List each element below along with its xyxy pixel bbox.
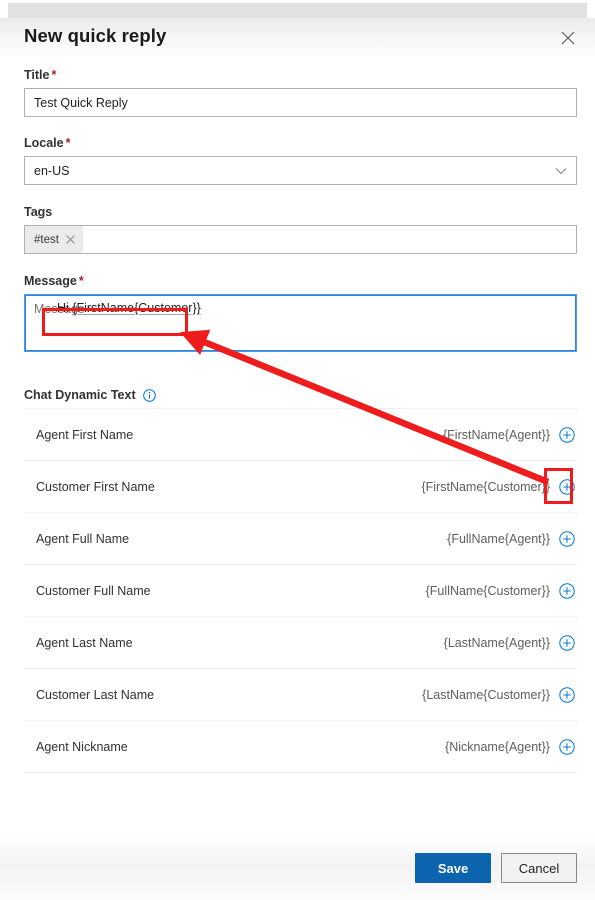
- cancel-button[interactable]: Cancel: [501, 853, 577, 883]
- locale-select[interactable]: [24, 156, 577, 185]
- page-title: New quick reply: [24, 25, 167, 46]
- dialog-footer: Save Cancel: [0, 836, 595, 900]
- dynamic-text-row-right: {FirstName{Agent}}: [442, 426, 575, 443]
- dynamic-text-row-right: {LastName{Customer}}: [422, 686, 575, 703]
- dynamic-text-row-token: {FullName{Customer}}: [425, 583, 550, 598]
- chat-dynamic-text-heading: Chat Dynamic Text: [24, 388, 156, 402]
- dynamic-text-row-token: {FirstName{Customer}}: [421, 479, 550, 494]
- title-required-marker: *: [51, 68, 57, 82]
- dynamic-text-row-label: Customer Last Name: [36, 687, 155, 702]
- close-icon: [561, 31, 575, 45]
- chat-dynamic-text-list: Agent First Name {FirstName{Agent}} Custom…: [24, 408, 577, 773]
- add-circle-icon[interactable]: [559, 686, 575, 703]
- dynamic-text-row[interactable]: Agent First Name {FirstName{Agent}}: [24, 408, 577, 461]
- locale-select-wrap: [24, 156, 577, 185]
- locale-required-marker: *: [65, 136, 71, 150]
- add-circle-icon[interactable]: [559, 634, 575, 651]
- close-icon[interactable]: [66, 235, 75, 244]
- locale-label-text: Locale: [24, 136, 64, 150]
- message-field-group: Message* Hi {FirstName{Customer}}: [24, 274, 577, 357]
- new-quick-reply-dialog: New quick reply Title* Locale*: [0, 0, 595, 900]
- dynamic-text-row-token: {LastName{Agent}}: [443, 635, 550, 650]
- dynamic-text-row-token: {LastName{Customer}}: [422, 687, 550, 702]
- dynamic-text-row[interactable]: Customer Last Name {LastName{Customer}}: [24, 669, 577, 721]
- tags-label: Tags: [24, 205, 53, 219]
- dynamic-text-row-token: {FirstName{Agent}}: [442, 427, 550, 442]
- window-top-strip: [8, 3, 587, 18]
- dynamic-text-row[interactable]: Customer First Name {FirstName{Customer}}: [24, 461, 577, 513]
- save-button[interactable]: Save: [415, 853, 491, 883]
- dynamic-text-row-label: Customer First Name: [36, 479, 155, 494]
- tags-field-group: Tags #test: [24, 205, 577, 254]
- dynamic-text-row-label: Customer Full Name: [36, 583, 151, 598]
- title-label: Title *: [24, 68, 577, 82]
- dialog-body: Title* Locale* Tags #tes: [0, 58, 595, 840]
- dynamic-text-row-right: {LastName{Agent}}: [443, 634, 575, 651]
- dynamic-text-row-right: {FullName{Customer}}: [425, 582, 575, 599]
- tag-chip[interactable]: #test: [25, 226, 83, 253]
- message-label: Message *: [24, 274, 577, 288]
- message-label-text: Message: [24, 274, 77, 288]
- dynamic-text-row[interactable]: Customer Full Name {FullName{Customer}}: [24, 565, 577, 617]
- dialog-header: New quick reply: [0, 18, 595, 58]
- dynamic-text-row-label: Agent Full Name: [36, 531, 130, 546]
- dynamic-text-row-right: {FirstName{Customer}}: [421, 478, 575, 495]
- add-circle-icon[interactable]: [559, 426, 575, 443]
- tags-input[interactable]: #test: [24, 225, 577, 254]
- title-label-text: Title: [24, 68, 50, 82]
- message-textarea[interactable]: [24, 294, 577, 352]
- add-circle-icon[interactable]: [559, 530, 575, 547]
- add-circle-icon[interactable]: [559, 478, 575, 495]
- dynamic-text-row-label: Agent Nickname: [36, 739, 128, 754]
- add-circle-icon[interactable]: [559, 582, 575, 599]
- dynamic-text-row-token: {Nickname{Agent}}: [445, 739, 550, 754]
- dynamic-text-row-label: Agent First Name: [36, 427, 134, 442]
- dynamic-text-row[interactable]: Agent Full Name {FullName{Agent}}: [24, 513, 577, 565]
- dynamic-text-row-label: Agent Last Name: [36, 635, 133, 650]
- dynamic-text-row[interactable]: Agent Nickname {Nickname{Agent}}: [24, 721, 577, 773]
- message-input-wrap: Hi {FirstName{Customer}}: [24, 294, 577, 357]
- dynamic-text-row-right: {FullName{Agent}}: [447, 530, 575, 547]
- locale-label: Locale *: [24, 136, 577, 150]
- title-input[interactable]: [24, 88, 577, 117]
- close-button[interactable]: [551, 21, 585, 55]
- add-circle-icon[interactable]: [559, 738, 575, 755]
- message-required-marker: *: [78, 274, 84, 288]
- locale-field-group: Locale *: [24, 136, 577, 185]
- tag-chip-label: #test: [34, 233, 59, 246]
- info-icon[interactable]: [142, 388, 156, 402]
- title-field-group: Title *: [24, 68, 577, 117]
- dynamic-text-row[interactable]: Agent Last Name {LastName{Agent}}: [24, 617, 577, 669]
- chat-dynamic-text-label: Chat Dynamic Text: [24, 388, 136, 402]
- dynamic-text-row-token: {FullName{Agent}}: [447, 531, 550, 546]
- dynamic-text-row-right: {Nickname{Agent}}: [445, 738, 575, 755]
